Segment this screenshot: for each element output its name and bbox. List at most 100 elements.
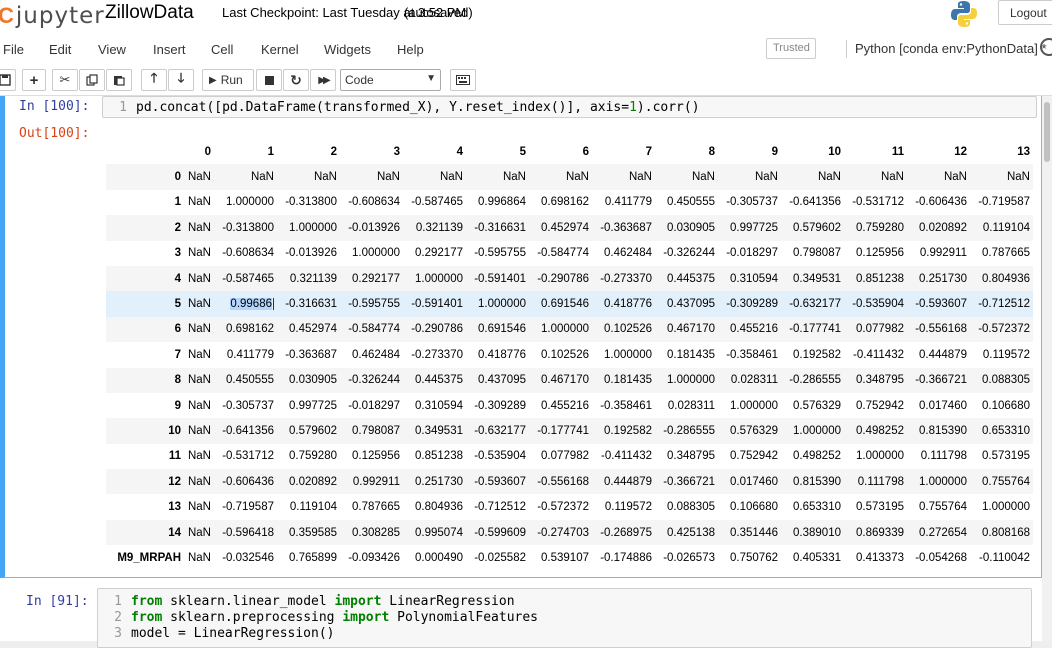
table-cell: -0.712512: [474, 501, 526, 514]
table-cell: 0.787665: [352, 501, 400, 514]
table-cell: -0.025582: [474, 551, 526, 564]
run-button[interactable]: ▶ Run: [202, 69, 254, 91]
table-cell: -0.712512: [978, 298, 1030, 311]
floppy-icon: [0, 74, 11, 86]
cut-button[interactable]: ✂: [52, 69, 78, 91]
menu-help[interactable]: Help: [397, 42, 424, 57]
interrupt-button[interactable]: [256, 69, 282, 91]
code-cell-selected[interactable]: In [100]: 1 pd.concat([pd.DataFrame(tran…: [0, 96, 1042, 578]
code-cell[interactable]: In [91]: 1 from sklearn.linear_model imp…: [0, 586, 1042, 648]
restart-icon: ↻: [290, 71, 302, 88]
menu-kernel[interactable]: Kernel: [261, 42, 299, 57]
menubar: File Edit View Insert Cell Kernel Widget…: [0, 36, 1052, 64]
table-row: 11 NaN -0.531712 0.759280 0.125956 0.851238 -0…: [106, 444, 1033, 469]
table-cell: 0.755764: [919, 501, 967, 514]
table-cell: 0.348795: [856, 374, 904, 387]
paste-button[interactable]: [106, 69, 132, 91]
table-cell: 0.017460: [730, 475, 778, 488]
table-cell: NaN: [439, 171, 463, 184]
table-cell: 0.310594: [730, 272, 778, 285]
table-cell: -0.305737: [726, 196, 778, 209]
table-cell: NaN: [187, 475, 211, 488]
table-cell: NaN: [187, 526, 211, 539]
table-cell: 0.787665: [982, 247, 1030, 260]
notebook-name[interactable]: ZillowData: [105, 2, 194, 24]
table-cell: NaN: [187, 196, 211, 209]
table-cell: 0.539107: [541, 551, 589, 564]
insert-cell-button[interactable]: +: [22, 69, 46, 91]
menu-edit[interactable]: Edit: [49, 42, 71, 57]
move-up-button[interactable]: 🡑: [141, 69, 167, 91]
restart-run-all-button[interactable]: ▶▶: [310, 69, 336, 91]
table-cell: 0.995074: [415, 526, 463, 539]
keyboard-icon: [456, 75, 470, 85]
input-prompt: In [100]:: [19, 99, 90, 114]
kernel-name[interactable]: Python [conda env:PythonData] *: [855, 41, 1047, 56]
row-index: M9_MRPAH: [117, 551, 181, 564]
row-index: 7: [174, 348, 181, 361]
row-index: 4: [174, 272, 181, 285]
run-label: Run: [220, 73, 243, 87]
table-cell: -0.309289: [726, 298, 778, 311]
table-cell: -0.054268: [915, 551, 967, 564]
table-cell: 0.996864: [478, 196, 526, 209]
table-row: 10 NaN -0.641356 0.579602 0.798087 0.349531 -0…: [106, 418, 1033, 444]
table-cell: 0.450555: [226, 374, 274, 387]
kernel-status-icon: [1040, 38, 1052, 56]
table-cell: 0.808168: [982, 526, 1030, 539]
menu-file[interactable]: File: [3, 42, 24, 57]
code-line[interactable]: from sklearn.linear_model import LinearR…: [131, 594, 515, 609]
table-cell: -0.595755: [474, 247, 526, 260]
table-cell: NaN: [754, 171, 778, 184]
table-cell: -0.535904: [852, 298, 904, 311]
move-down-button[interactable]: 🡓: [168, 69, 194, 91]
table-cell: -0.268975: [600, 526, 652, 539]
scrollbar-thumb[interactable]: [1044, 102, 1050, 162]
selected-text[interactable]: 0.99686: [230, 298, 272, 311]
table-cell: 0.102526: [541, 348, 589, 361]
menu-widgets[interactable]: Widgets: [324, 42, 371, 57]
table-cell: 0.99686: [214, 291, 277, 316]
table-cell: 0.798087: [352, 424, 400, 437]
table-row: 12 NaN -0.606436 0.020892 0.992911 0.251730 -0…: [106, 469, 1033, 495]
table-cell: 0.125956: [352, 450, 400, 463]
table-cell: NaN: [502, 171, 526, 184]
code-line[interactable]: pd.concat([pd.DataFrame(transformed_X), …: [136, 100, 700, 115]
row-index: 8: [174, 374, 181, 387]
fast-forward-icon: ▶▶: [318, 74, 331, 86]
table-cell: 0.653310: [793, 501, 841, 514]
column-header: 6: [582, 145, 589, 158]
scrollbar-track[interactable]: [1042, 96, 1052, 641]
save-button[interactable]: [0, 69, 16, 91]
restart-button[interactable]: ↻: [283, 69, 309, 91]
table-cell: -0.316631: [285, 298, 337, 311]
input-prompt: In [91]:: [26, 594, 89, 609]
trusted-indicator[interactable]: Trusted: [766, 38, 816, 59]
menu-view[interactable]: View: [98, 42, 126, 57]
table-cell: -0.596418: [222, 526, 274, 539]
table-cell: 0.389010: [793, 526, 841, 539]
code-line[interactable]: model = LinearRegression(): [131, 626, 335, 641]
table-cell: NaN: [187, 374, 211, 387]
table-cell: 0.752942: [730, 450, 778, 463]
logout-button[interactable]: Logout: [998, 0, 1052, 25]
table-cell: 0.804936: [982, 272, 1030, 285]
menu-cell[interactable]: Cell: [211, 42, 233, 57]
table-cell: NaN: [187, 298, 211, 311]
command-palette-button[interactable]: [450, 69, 476, 91]
table-cell: -0.641356: [222, 424, 274, 437]
menu-insert[interactable]: Insert: [153, 42, 186, 57]
table-cell: NaN: [943, 171, 967, 184]
code-line[interactable]: from sklearn.preprocessing import Polyno…: [131, 610, 538, 625]
table-row: 13 NaN -0.719587 0.119104 0.787665 0.804936 -0…: [106, 494, 1033, 519]
row-index: 9: [174, 399, 181, 412]
cell-type-select[interactable]: Code ▼: [340, 69, 441, 91]
jupyter-logo[interactable]: C jupyter: [0, 1, 105, 31]
code-editor[interactable]: 1 from sklearn.linear_model import Linea…: [97, 588, 1032, 648]
menubar-divider: [846, 40, 847, 58]
table-cell: 0.462484: [604, 247, 652, 260]
code-editor[interactable]: 1 pd.concat([pd.DataFrame(transformed_X)…: [102, 96, 1037, 118]
table-cell: 0.498252: [856, 424, 904, 437]
copy-button[interactable]: [79, 69, 105, 91]
arrow-down-icon: 🡓: [177, 70, 185, 85]
